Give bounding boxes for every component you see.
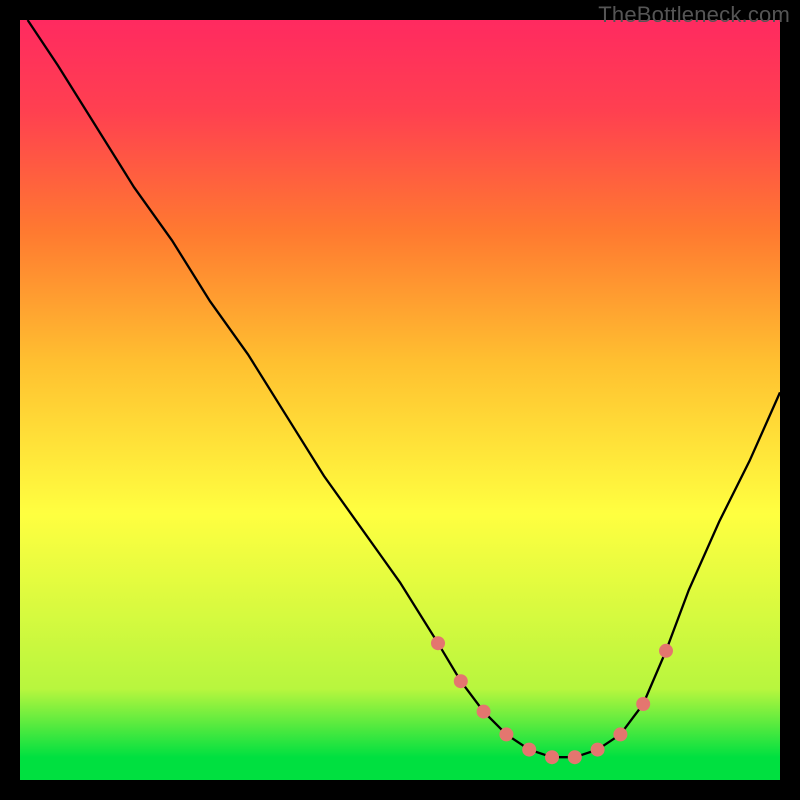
curve-marker: [454, 674, 468, 688]
watermark-text: TheBottleneck.com: [598, 2, 790, 28]
curve-marker: [477, 705, 491, 719]
curve-marker: [568, 750, 582, 764]
curve-marker: [636, 697, 650, 711]
curve-marker: [613, 727, 627, 741]
curve-marker: [591, 743, 605, 757]
marker-group: [431, 636, 673, 764]
curve-marker: [431, 636, 445, 650]
chart-stage: TheBottleneck.com: [0, 0, 800, 800]
curve-marker: [499, 727, 513, 741]
curve-marker: [522, 743, 536, 757]
curve-svg: [20, 20, 780, 780]
curve-marker: [659, 644, 673, 658]
curve-marker: [545, 750, 559, 764]
plot-area: [20, 20, 780, 780]
